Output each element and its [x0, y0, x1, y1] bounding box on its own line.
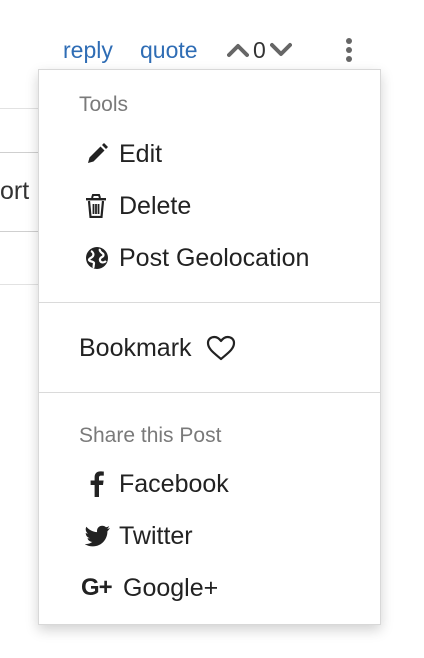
facebook-share-item[interactable]: Facebook: [79, 464, 229, 504]
trash-icon: [79, 188, 115, 224]
google-plus-icon: G+: [81, 574, 113, 601]
more-options-button[interactable]: [337, 36, 361, 64]
delete-menu-item[interactable]: Delete: [79, 186, 191, 226]
menu-divider: [39, 302, 380, 303]
post-geolocation-menu-item[interactable]: Post Geolocation: [79, 238, 309, 278]
delete-label: Delete: [119, 192, 192, 220]
post-geolocation-label: Post Geolocation: [119, 244, 310, 272]
vote-count: 0: [253, 37, 266, 63]
twitter-label: Twitter: [119, 522, 193, 550]
pencil-icon: [79, 136, 115, 172]
bookmark-menu-item[interactable]: Bookmark: [79, 328, 236, 368]
reply-link[interactable]: reply: [63, 34, 113, 66]
quote-link[interactable]: quote: [140, 34, 198, 66]
globe-icon: [79, 240, 115, 276]
edit-menu-item[interactable]: Edit: [79, 134, 162, 174]
share-header: Share this Post: [79, 424, 222, 447]
background-partial-text: ort: [0, 177, 30, 205]
upvote-button[interactable]: [225, 34, 251, 66]
facebook-icon: [79, 466, 115, 502]
menu-divider: [39, 392, 380, 393]
chevron-down-icon: [269, 43, 292, 56]
background-divider: [0, 108, 40, 109]
facebook-label: Facebook: [119, 470, 229, 498]
background-divider: [0, 284, 40, 285]
tools-header: Tools: [79, 93, 129, 116]
twitter-share-item[interactable]: Twitter: [79, 516, 193, 556]
google-plus-share-item[interactable]: G+ Google+: [79, 568, 218, 608]
google-plus-label: Google+: [123, 574, 219, 602]
downvote-button[interactable]: [268, 34, 294, 66]
post-page: ort reply quote 0 Tools Edit Delete Post…: [0, 0, 424, 658]
twitter-icon: [79, 518, 115, 554]
heart-icon: [206, 335, 236, 361]
vote-controls: 0: [225, 34, 294, 66]
chevron-up-icon: [227, 44, 249, 57]
post-tools-dropdown: Tools Edit Delete Post Geolocation Bookm…: [38, 69, 381, 625]
kebab-menu-icon: [346, 38, 352, 62]
bookmark-label: Bookmark: [79, 334, 192, 362]
edit-label: Edit: [119, 140, 163, 168]
